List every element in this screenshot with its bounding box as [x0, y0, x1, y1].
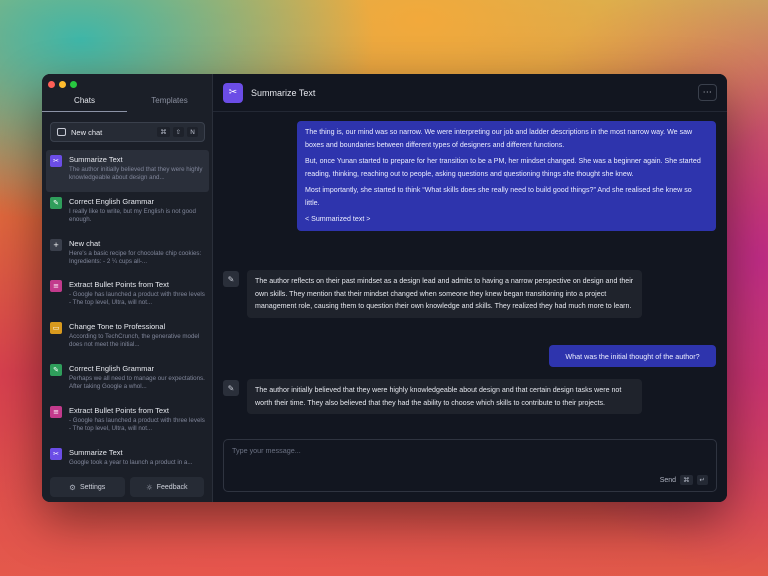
- chat-list-item[interactable]: ✂ Summarize Text Google took a year to lau…: [46, 443, 209, 468]
- feedback-button[interactable]: ☼ Feedback: [129, 477, 204, 497]
- send-button[interactable]: Send ⌘ ↵: [660, 475, 708, 485]
- assistant-message: The author initially believed that they …: [247, 379, 642, 414]
- sidebar-footer: ⚙ Settings ☼ Feedback: [50, 477, 204, 497]
- briefcase-icon: ▭: [50, 322, 62, 335]
- scissors-icon: ✂: [50, 447, 62, 460]
- user-message: What was the initial thought of the auth…: [549, 345, 716, 367]
- settings-label: Settings: [79, 483, 106, 491]
- assistant-avatar: ✎: [223, 380, 239, 396]
- message-paragraph: < Summarized text >: [305, 215, 371, 223]
- magic-wand-icon: ✎: [227, 274, 235, 284]
- chat-item-title: Summarize Text: [69, 155, 123, 164]
- chat-item-preview: According to TechCrunch, the generative …: [69, 333, 200, 349]
- chat-item-preview: I really like to write, but my English i…: [69, 207, 196, 223]
- maximize-window-button[interactable]: [70, 81, 77, 88]
- new-chat-button[interactable]: New chat ⌘ ⇧ N: [50, 122, 205, 142]
- magic-wand-icon: ✎: [227, 383, 235, 393]
- message-input[interactable]: [224, 440, 716, 470]
- message-composer: Send ⌘ ↵: [223, 439, 717, 492]
- chat-item-text: New chat Here's a basic recipe for chocol…: [69, 239, 205, 276]
- gear-icon: ⚙: [69, 482, 76, 492]
- chat-list-item[interactable]: ✎ Correct English Grammar I really like to…: [46, 192, 209, 234]
- chat-item-preview: The author initially believed that they …: [69, 166, 203, 181]
- chat-item-preview: Perhaps we all need to manage our expect…: [69, 374, 205, 390]
- chat-item-title: Change Tone to Professional: [69, 322, 166, 332]
- chat-item-text: Extract Bullet Points from Text - Google …: [69, 280, 205, 317]
- chat-item-text: Correct English Grammar Perhaps we all ne…: [69, 364, 205, 401]
- chat-header: ✂ Summarize Text ···: [213, 74, 727, 112]
- feedback-label: Feedback: [156, 483, 188, 491]
- chat-item-text: Correct English Grammar I really like to …: [69, 197, 205, 234]
- tab-templates[interactable]: Templates: [127, 92, 212, 112]
- chat-item-title: Extract Bullet Points from Text: [69, 405, 169, 415]
- main-panel: ✂ Summarize Text ··· The thing is, our m…: [213, 74, 727, 502]
- scissors-icon: ✂: [223, 82, 243, 103]
- chat-list-item[interactable]: ≡ Extract Bullet Points from Text - Google…: [46, 275, 209, 317]
- chat-list: ✂ Summarize Text The author initially beli…: [46, 150, 209, 468]
- chat-item-title: Summarize Text: [69, 447, 123, 457]
- more-options-button[interactable]: ···: [698, 84, 717, 101]
- minimize-window-button[interactable]: [59, 81, 66, 88]
- chat-item-text: Summarize Text The author initially belie…: [69, 155, 205, 192]
- chat-title: Summarize Text: [251, 87, 316, 98]
- chat-item-preview: - Google has launched a product with thr…: [69, 416, 205, 432]
- assistant-avatar: ✎: [223, 271, 239, 287]
- scissors-icon: ✂: [50, 155, 62, 167]
- pencil-icon: ✎: [50, 196, 62, 209]
- chat-item-preview: Here's a basic recipe for chocolate chip…: [69, 249, 202, 265]
- assistant-message: The author reflects on their past mindse…: [247, 270, 642, 318]
- chat-item-title: Correct English Grammar: [69, 196, 155, 206]
- chat-list-item[interactable]: + New chat Here's a basic recipe for choco…: [46, 234, 209, 276]
- new-chat-shortcut: ⌘ ⇧ N: [157, 127, 198, 137]
- chat-item-preview: Google took a year to launch a product i…: [69, 458, 193, 466]
- new-chat-label: New chat: [71, 127, 103, 137]
- send-label: Send: [659, 476, 677, 484]
- command-key: ⌘: [680, 475, 693, 485]
- chat-list-item[interactable]: ▭ Change Tone to Professional According to…: [46, 317, 209, 359]
- list-icon: ≡: [50, 405, 62, 418]
- window-controls: [48, 81, 77, 88]
- app-window: Chats Templates New chat ⌘ ⇧ N ✂ Summariz…: [42, 74, 727, 502]
- shift-key: ⇧: [172, 127, 185, 137]
- chat-item-text: Extract Bullet Points from Text - Google …: [69, 406, 205, 443]
- message-paragraph: The thing is, our mind was so narrow. We…: [305, 128, 693, 149]
- list-icon: ≡: [50, 280, 62, 293]
- message-paragraph: But, once Yunan started to prepare for h…: [305, 157, 701, 178]
- return-key: ↵: [696, 475, 708, 485]
- settings-button[interactable]: ⚙ Settings: [50, 477, 125, 497]
- chat-item-title: Correct English Grammar: [69, 363, 155, 373]
- chat-item-text: Change Tone to Professional According to …: [69, 322, 205, 359]
- chat-item-title: New chat: [69, 238, 101, 248]
- chat-item-title: Extract Bullet Points from Text: [69, 280, 169, 290]
- chat-list-item[interactable]: ≡ Extract Bullet Points from Text - Google…: [46, 401, 209, 443]
- chat-list-item[interactable]: ✎ Correct English Grammar Perhaps we all n…: [46, 359, 209, 401]
- chat-bubble-icon: [57, 128, 66, 136]
- lightbulb-icon: ☼: [146, 482, 153, 492]
- user-message: The thing is, our mind was so narrow. We…: [297, 121, 716, 231]
- chat-list-item[interactable]: ✂ Summarize Text The author initially beli…: [46, 150, 209, 192]
- sidebar: Chats Templates New chat ⌘ ⇧ N ✂ Summariz…: [42, 74, 213, 502]
- sidebar-tabs: Chats Templates: [42, 92, 212, 112]
- chat-item-preview: - Google has launched a product with thr…: [69, 291, 205, 307]
- tab-chats[interactable]: Chats: [42, 92, 127, 112]
- message-paragraph: Most importantly, she started to think “…: [305, 186, 692, 207]
- plus-icon: +: [50, 238, 62, 251]
- n-key: N: [187, 127, 198, 137]
- command-key: ⌘: [157, 127, 170, 137]
- chat-item-text: Summarize Text Google took a year to laun…: [69, 448, 205, 468]
- pencil-icon: ✎: [50, 363, 62, 376]
- close-window-button[interactable]: [48, 81, 55, 88]
